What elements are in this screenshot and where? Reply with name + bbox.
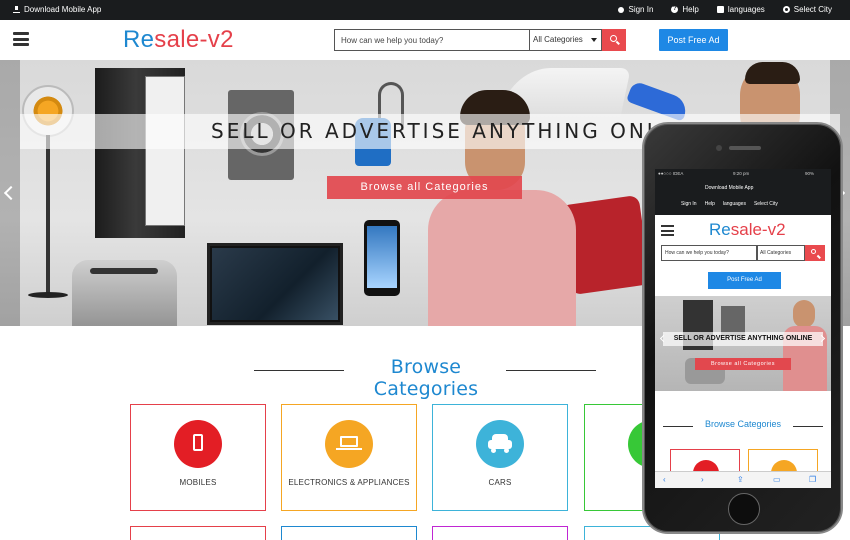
- tv-screen: [212, 248, 338, 320]
- mobile-category-select[interactable]: All Categories: [757, 245, 805, 261]
- browse-categories-title: Browse Categories: [373, 356, 479, 400]
- select-city-label: Select City: [793, 5, 832, 14]
- category-label: MOBILES: [179, 478, 217, 487]
- mobile-header: Resale-v2: [655, 215, 831, 245]
- laptop-icon: [325, 420, 373, 468]
- mobile-top-bar: Download Mobile App Sign In Help languag…: [655, 179, 831, 215]
- share-icon[interactable]: ⇪: [737, 475, 744, 484]
- smartphone-screen: [367, 226, 397, 288]
- mobile-download-link[interactable]: Download Mobile App: [705, 185, 753, 191]
- logo-part-blue: Re: [123, 26, 155, 53]
- mobile-search-input[interactable]: How can we help you today?: [661, 245, 757, 261]
- mobile-battery: 90%: [805, 171, 815, 176]
- mobile-hero-title: SELL OR ADVERTISE ANYTHING ONLINE: [663, 332, 823, 346]
- logo-part-red: sale-v2: [154, 26, 234, 53]
- download-app-label: Download Mobile App: [24, 5, 102, 14]
- site-header: Resale-v2 All Categories Post Free Ad: [0, 20, 850, 60]
- post-free-ad-button[interactable]: Post Free Ad: [659, 29, 728, 51]
- site-logo[interactable]: Resale-v2: [123, 26, 234, 54]
- download-icon: [13, 6, 20, 13]
- mobile-top-links: Sign In Help languages Select City: [681, 201, 778, 207]
- languages-link[interactable]: languages: [716, 5, 765, 14]
- category-card-cars[interactable]: CARS: [432, 404, 568, 511]
- mobile-languages-link[interactable]: languages: [723, 201, 746, 207]
- search-button[interactable]: [602, 29, 626, 51]
- category-card[interactable]: [281, 526, 417, 540]
- user-icon: [618, 6, 625, 13]
- location-icon: [782, 6, 790, 13]
- tabs-icon[interactable]: ❐: [809, 475, 816, 484]
- category-select[interactable]: All Categories: [529, 29, 602, 51]
- help-link[interactable]: ? Help: [671, 5, 699, 14]
- help-icon: ?: [671, 6, 679, 13]
- forward-arrow-icon[interactable]: ›: [701, 475, 704, 484]
- person2-hair: [745, 62, 800, 84]
- fan-base: [28, 292, 68, 298]
- back-arrow-icon[interactable]: ‹: [663, 475, 666, 484]
- mobile-menu-icon[interactable]: [661, 225, 674, 236]
- mobile-search-bar: How can we help you today? All Categorie…: [661, 245, 825, 261]
- camera-icon: [716, 145, 722, 151]
- page: Download Mobile App Sign In ? Help langu…: [0, 0, 850, 540]
- mobile-hero-face: [793, 300, 815, 328]
- mobile-sign-in-link[interactable]: Sign In: [681, 201, 697, 207]
- fan-stand: [46, 135, 50, 295]
- home-button[interactable]: [728, 493, 760, 525]
- help-label: Help: [682, 5, 699, 14]
- mobile-city-link[interactable]: Select City: [754, 201, 778, 207]
- mobile-browser-toolbar: ‹ › ⇪ ▭ ❐: [655, 471, 831, 488]
- mobile-logo[interactable]: Resale-v2: [709, 220, 786, 240]
- search-icon: [811, 249, 816, 254]
- sign-in-label: Sign In: [628, 5, 654, 14]
- mobile-hero-image: SELL OR ADVERTISE ANYTHING ONLINE Browse…: [655, 296, 831, 391]
- heading-rule-right: [506, 370, 596, 371]
- category-card[interactable]: [432, 526, 568, 540]
- languages-label: languages: [727, 5, 765, 14]
- mobile-time: 9:20 pm: [733, 171, 750, 176]
- search-input[interactable]: [334, 29, 529, 51]
- mobile-logo-blue: Re: [709, 220, 731, 239]
- chevron-left-icon: [3, 185, 19, 201]
- download-app-link[interactable]: Download Mobile App: [13, 5, 101, 14]
- caret-down-icon: [591, 38, 597, 42]
- mobile-screen: ●●○○○ IDEA 9:20 pm 90% Download Mobile A…: [655, 169, 831, 488]
- mobile-logo-red: sale-v2: [730, 220, 786, 239]
- carousel-prev-button[interactable]: [0, 60, 20, 326]
- person-shirt: [428, 190, 576, 326]
- category-card-mobiles[interactable]: MOBILES: [130, 404, 266, 511]
- select-city-link[interactable]: Select City: [782, 5, 832, 14]
- mobile-browse-heading: Browse Categories: [655, 419, 831, 433]
- mobile-post-ad-button[interactable]: Post Free Ad: [708, 272, 781, 289]
- category-select-value: All Categories: [533, 35, 583, 44]
- top-links: Sign In ? Help languages Select City: [618, 5, 832, 14]
- heading-rule-left: [254, 370, 344, 371]
- bookmarks-icon[interactable]: ▭: [773, 475, 781, 484]
- category-label: CARS: [488, 478, 512, 487]
- mobile-icon: [174, 420, 222, 468]
- language-icon: [716, 6, 724, 13]
- category-card[interactable]: [130, 526, 266, 540]
- category-card-electronics[interactable]: ELECTRONICS & APPLIANCES: [281, 404, 417, 511]
- category-label: ELECTRONICS & APPLIANCES: [288, 478, 410, 487]
- sign-in-link[interactable]: Sign In: [618, 5, 653, 14]
- speaker-grille: [729, 146, 761, 150]
- fridge-interior: [145, 76, 185, 226]
- browse-all-categories-button[interactable]: Browse all Categories: [327, 176, 522, 199]
- toaster-slot: [90, 268, 158, 274]
- mobile-device-mockup: ●●○○○ IDEA 9:20 pm 90% Download Mobile A…: [642, 122, 843, 534]
- mobile-search-button[interactable]: [805, 245, 825, 261]
- mobile-status-bar: ●●○○○ IDEA 9:20 pm 90%: [655, 169, 831, 179]
- top-bar: Download Mobile App Sign In ? Help langu…: [0, 0, 850, 20]
- mobile-browse-title: Browse Categories: [704, 419, 782, 429]
- search-icon: [610, 35, 617, 42]
- mobile-heading-rule-right: [793, 426, 823, 427]
- car-icon: [476, 420, 524, 468]
- menu-icon[interactable]: [13, 32, 29, 46]
- mobile-help-link[interactable]: Help: [705, 201, 715, 207]
- mobile-carrier: ●●○○○ IDEA: [658, 171, 684, 176]
- search-bar: All Categories: [334, 29, 626, 51]
- mobile-browse-all-button[interactable]: Browse all Categories: [695, 358, 791, 370]
